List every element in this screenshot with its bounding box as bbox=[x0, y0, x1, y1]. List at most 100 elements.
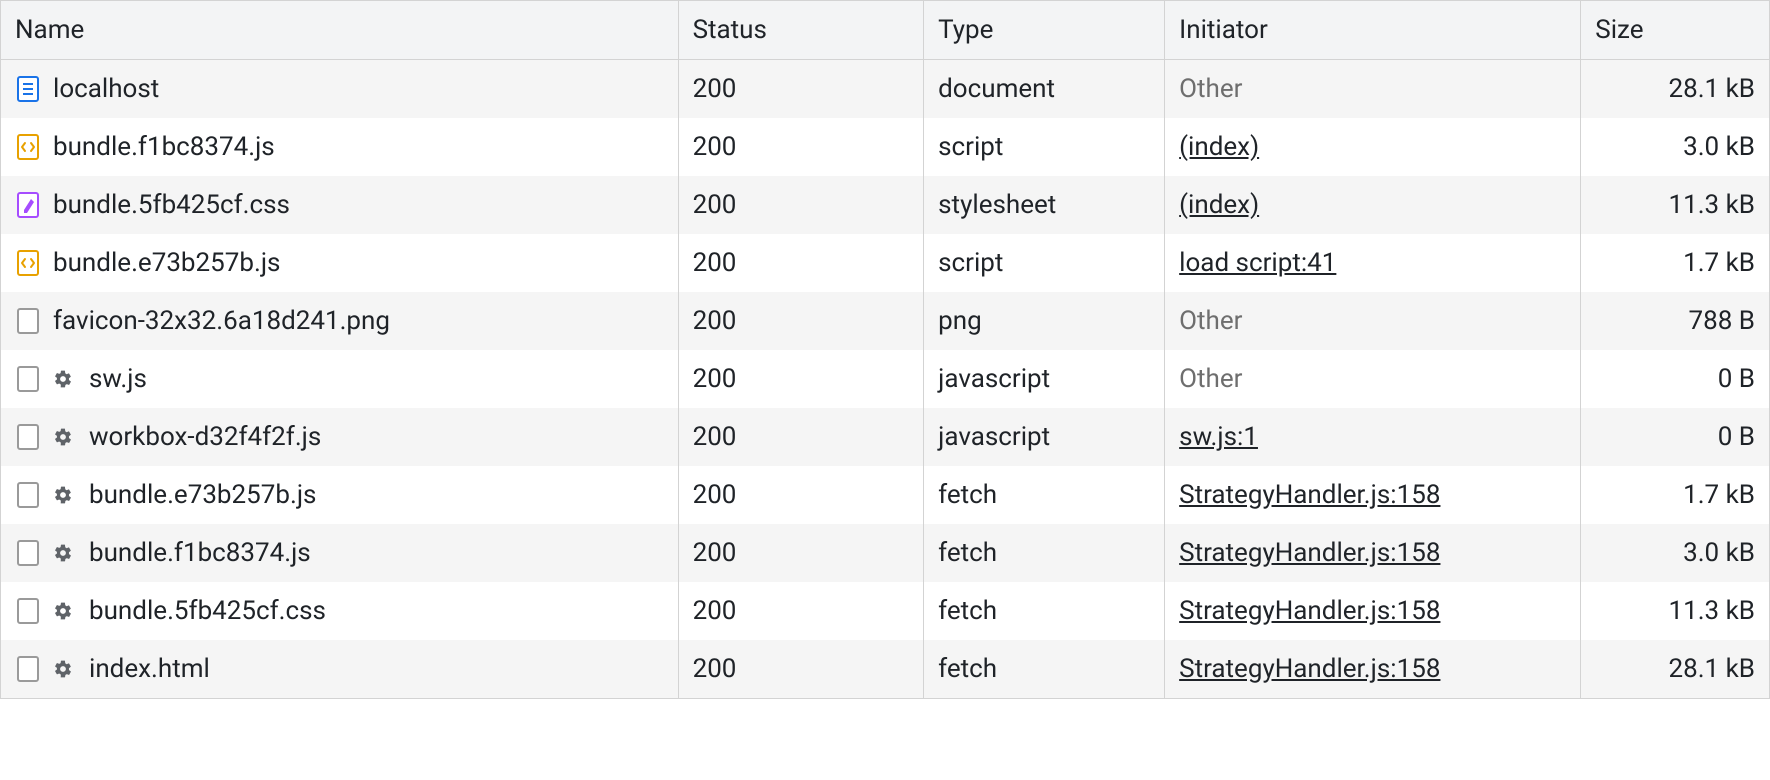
cell-size: 0 B bbox=[1581, 350, 1770, 408]
cell-initiator[interactable]: (index) bbox=[1165, 176, 1581, 234]
cell-status: 200 bbox=[678, 234, 924, 292]
cell-initiator[interactable]: load script:41 bbox=[1165, 234, 1581, 292]
cell-size: 1.7 kB bbox=[1581, 466, 1770, 524]
table-row[interactable]: bundle.e73b257b.js 200script load script:4… bbox=[1, 234, 1770, 292]
cell-initiator[interactable]: sw.js:1 bbox=[1165, 408, 1581, 466]
cell-name[interactable]: sw.js bbox=[1, 350, 679, 408]
cell-size: 28.1 kB bbox=[1581, 60, 1770, 119]
table-row[interactable]: favicon-32x32.6a18d241.png 200png Other 788… bbox=[1, 292, 1770, 350]
cell-name[interactable]: bundle.f1bc8374.js bbox=[1, 118, 679, 176]
table-row[interactable]: sw.js 200javascript Other 0 B bbox=[1, 350, 1770, 408]
cell-initiator: Other bbox=[1165, 292, 1581, 350]
file-icon bbox=[15, 540, 41, 566]
cell-status: 200 bbox=[678, 408, 924, 466]
table-row[interactable]: bundle.f1bc8374.js 200fetch StrategyHandle… bbox=[1, 524, 1770, 582]
initiator-link[interactable]: (index) bbox=[1179, 132, 1259, 162]
cell-size: 28.1 kB bbox=[1581, 640, 1770, 699]
request-name: workbox-d32f4f2f.js bbox=[89, 422, 321, 452]
table-row[interactable]: bundle.5fb425cf.css 200fetch StrategyHandl… bbox=[1, 582, 1770, 640]
cell-type: fetch bbox=[924, 640, 1165, 699]
initiator-link[interactable]: (index) bbox=[1179, 190, 1259, 220]
cell-status: 200 bbox=[678, 176, 924, 234]
column-header-size[interactable]: Size bbox=[1581, 1, 1770, 60]
file-icon bbox=[15, 598, 41, 624]
file-icon bbox=[15, 482, 41, 508]
cell-status: 200 bbox=[678, 292, 924, 350]
initiator-text: Other bbox=[1179, 74, 1242, 104]
cell-name[interactable]: bundle.5fb425cf.css bbox=[1, 176, 679, 234]
request-name: bundle.5fb425cf.css bbox=[89, 596, 326, 626]
request-name: favicon-32x32.6a18d241.png bbox=[53, 306, 390, 336]
cell-status: 200 bbox=[678, 524, 924, 582]
column-header-type[interactable]: Type bbox=[924, 1, 1165, 60]
cell-status: 200 bbox=[678, 350, 924, 408]
cell-status: 200 bbox=[678, 60, 924, 119]
cell-status: 200 bbox=[678, 640, 924, 699]
column-header-initiator[interactable]: Initiator bbox=[1165, 1, 1581, 60]
gear-icon bbox=[51, 657, 75, 681]
table-header: Name Status Type Initiator Size bbox=[1, 1, 1770, 60]
cell-initiator[interactable]: (index) bbox=[1165, 118, 1581, 176]
gear-icon bbox=[51, 541, 75, 565]
cell-initiator[interactable]: StrategyHandler.js:158 bbox=[1165, 640, 1581, 699]
request-name: bundle.5fb425cf.css bbox=[53, 190, 290, 220]
cell-type: script bbox=[924, 234, 1165, 292]
cell-name[interactable]: index.html bbox=[1, 640, 679, 699]
document-icon bbox=[15, 76, 41, 102]
cell-type: document bbox=[924, 60, 1165, 119]
cell-size: 11.3 kB bbox=[1581, 176, 1770, 234]
cell-name[interactable]: bundle.f1bc8374.js bbox=[1, 524, 679, 582]
cell-size: 11.3 kB bbox=[1581, 582, 1770, 640]
initiator-link[interactable]: StrategyHandler.js:158 bbox=[1179, 480, 1440, 510]
cell-size: 1.7 kB bbox=[1581, 234, 1770, 292]
initiator-link[interactable]: StrategyHandler.js:158 bbox=[1179, 596, 1440, 626]
initiator-link[interactable]: StrategyHandler.js:158 bbox=[1179, 654, 1440, 684]
initiator-link[interactable]: StrategyHandler.js:158 bbox=[1179, 538, 1440, 568]
cell-name[interactable]: bundle.5fb425cf.css bbox=[1, 582, 679, 640]
cell-name[interactable]: favicon-32x32.6a18d241.png bbox=[1, 292, 679, 350]
cell-initiator[interactable]: StrategyHandler.js:158 bbox=[1165, 582, 1581, 640]
cell-name[interactable]: bundle.e73b257b.js bbox=[1, 466, 679, 524]
cell-initiator[interactable]: StrategyHandler.js:158 bbox=[1165, 466, 1581, 524]
initiator-link[interactable]: load script:41 bbox=[1179, 248, 1336, 278]
gear-icon bbox=[51, 425, 75, 449]
request-name: bundle.e73b257b.js bbox=[89, 480, 316, 510]
request-name: bundle.f1bc8374.js bbox=[89, 538, 311, 568]
cell-status: 200 bbox=[678, 582, 924, 640]
cell-initiator: Other bbox=[1165, 350, 1581, 408]
cell-name[interactable]: workbox-d32f4f2f.js bbox=[1, 408, 679, 466]
stylesheet-icon bbox=[15, 192, 41, 218]
file-icon bbox=[15, 366, 41, 392]
column-header-name[interactable]: Name bbox=[1, 1, 679, 60]
cell-type: png bbox=[924, 292, 1165, 350]
cell-size: 3.0 kB bbox=[1581, 524, 1770, 582]
initiator-text: Other bbox=[1179, 306, 1242, 336]
request-name: sw.js bbox=[89, 364, 147, 394]
gear-icon bbox=[51, 599, 75, 623]
request-name: localhost bbox=[53, 74, 159, 104]
cell-type: script bbox=[924, 118, 1165, 176]
table-row[interactable]: bundle.5fb425cf.css 200stylesheet (index) 1… bbox=[1, 176, 1770, 234]
table-row[interactable]: bundle.e73b257b.js200fetchStrategyHandle… bbox=[1, 466, 1770, 524]
initiator-text: Other bbox=[1179, 364, 1242, 394]
cell-type: stylesheet bbox=[924, 176, 1165, 234]
cell-type: javascript bbox=[924, 350, 1165, 408]
cell-name[interactable]: bundle.e73b257b.js bbox=[1, 234, 679, 292]
table-row[interactable]: index.html 200fetch StrategyHandler.js:158… bbox=[1, 640, 1770, 699]
file-icon bbox=[15, 656, 41, 682]
cell-size: 788 B bbox=[1581, 292, 1770, 350]
request-name: index.html bbox=[89, 654, 210, 684]
request-name: bundle.e73b257b.js bbox=[53, 248, 280, 278]
cell-type: fetch bbox=[924, 524, 1165, 582]
cell-initiator[interactable]: StrategyHandler.js:158 bbox=[1165, 524, 1581, 582]
table-row[interactable]: bundle.f1bc8374.js200script(index)3.0 kB bbox=[1, 118, 1770, 176]
header-row: Name Status Type Initiator Size bbox=[1, 1, 1770, 60]
table-row[interactable]: workbox-d32f4f2f.js200javascriptsw.js:10… bbox=[1, 408, 1770, 466]
cell-initiator: Other bbox=[1165, 60, 1581, 119]
cell-name[interactable]: localhost bbox=[1, 60, 679, 119]
table-row[interactable]: localhost 200document Other 28.1 kB bbox=[1, 60, 1770, 119]
initiator-link[interactable]: sw.js:1 bbox=[1179, 422, 1258, 452]
file-icon bbox=[15, 424, 41, 450]
column-header-status[interactable]: Status bbox=[678, 1, 924, 60]
cell-type: fetch bbox=[924, 582, 1165, 640]
